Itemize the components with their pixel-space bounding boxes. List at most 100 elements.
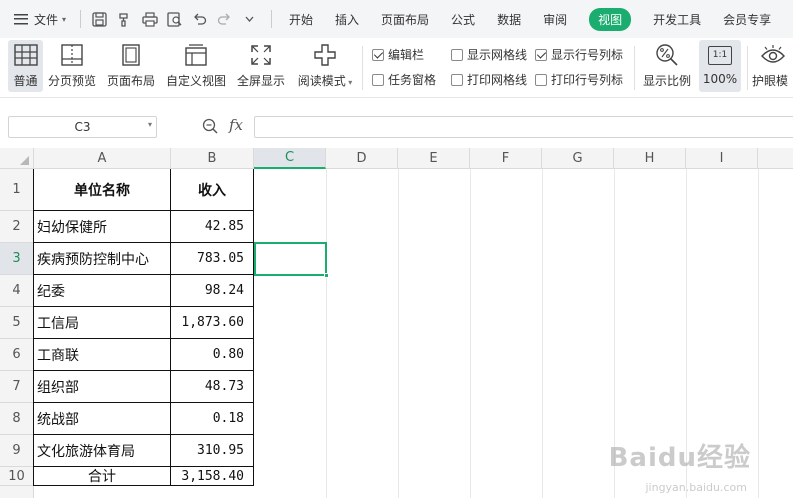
table-cell-name[interactable]: 组织部 bbox=[34, 371, 171, 403]
table-cell-name[interactable]: 文化旅游体育局 bbox=[34, 435, 171, 467]
grid-icon bbox=[13, 40, 38, 70]
table-cell-name[interactable]: 统战部 bbox=[34, 403, 171, 435]
formula-input[interactable] bbox=[254, 116, 793, 138]
column-header-f[interactable]: F bbox=[470, 148, 542, 169]
normal-view-button[interactable]: 普通 bbox=[8, 40, 43, 92]
page-break-preview-button[interactable]: 分页预览 bbox=[46, 40, 98, 92]
column-header-c[interactable]: C bbox=[254, 148, 326, 169]
divider bbox=[362, 46, 363, 90]
row-header-11[interactable] bbox=[0, 486, 34, 498]
table-cell-name[interactable]: 妇幼保健所 bbox=[34, 211, 171, 243]
table-header-income[interactable]: 收入 bbox=[171, 169, 254, 211]
select-all-corner[interactable] bbox=[0, 148, 34, 169]
gridline bbox=[326, 169, 327, 498]
column-header-i[interactable]: I bbox=[686, 148, 758, 169]
column-header-h[interactable]: H bbox=[614, 148, 686, 169]
table-header-name[interactable]: 单位名称 bbox=[34, 169, 171, 211]
undo-icon[interactable] bbox=[187, 7, 212, 31]
task-pane-checkbox[interactable]: 任务窗格 bbox=[372, 71, 436, 88]
tab-formulas[interactable]: 公式 bbox=[440, 0, 486, 38]
format-painter-icon[interactable] bbox=[112, 7, 137, 31]
table-cell-income[interactable]: 1,873.60 bbox=[171, 307, 254, 339]
print-gridlines-checkbox[interactable]: 打印网格线 bbox=[451, 71, 527, 88]
table-cell-income[interactable]: 48.73 bbox=[171, 371, 254, 403]
tab-review[interactable]: 审阅 bbox=[532, 0, 578, 38]
row-header-10[interactable]: 10 bbox=[0, 467, 34, 486]
row-header-7[interactable]: 7 bbox=[0, 371, 34, 403]
fullscreen-icon bbox=[250, 40, 272, 70]
row-header-2[interactable]: 2 bbox=[0, 211, 34, 243]
table-cell-name[interactable]: 纪委 bbox=[34, 275, 171, 307]
checkbox-checked bbox=[535, 48, 547, 61]
gridline bbox=[398, 169, 399, 498]
tab-view[interactable]: 视图 bbox=[578, 0, 642, 38]
fill-handle[interactable] bbox=[324, 273, 329, 278]
column-header-e[interactable]: E bbox=[398, 148, 470, 169]
page-layout-icon bbox=[120, 40, 142, 70]
full-screen-button[interactable]: 全屏显示 bbox=[235, 40, 287, 92]
name-box[interactable]: C3 ▾ bbox=[8, 116, 157, 138]
table-cell-name[interactable]: 疾病预防控制中心 bbox=[34, 243, 171, 275]
formula-bar-checkbox[interactable]: 编辑栏 bbox=[372, 46, 424, 63]
display-ratio-button[interactable]: 显示比例 bbox=[641, 40, 693, 92]
table-cell-income[interactable]: 0.80 bbox=[171, 339, 254, 371]
row-header-1[interactable]: 1 bbox=[0, 169, 34, 211]
table-total-label[interactable]: 合计 bbox=[34, 467, 171, 486]
table-cell-name[interactable]: 工信局 bbox=[34, 307, 171, 339]
divider bbox=[271, 10, 272, 28]
table-cell-income[interactable]: 0.18 bbox=[171, 403, 254, 435]
column-header-a[interactable]: A bbox=[34, 148, 171, 169]
print-icon[interactable] bbox=[137, 7, 162, 31]
column-header-g[interactable]: G bbox=[542, 148, 614, 169]
row-header-9[interactable]: 9 bbox=[0, 435, 34, 467]
tab-developer[interactable]: 开发工具 bbox=[642, 0, 712, 38]
table-total-income[interactable]: 3,158.40 bbox=[171, 467, 254, 486]
ribbon-view: 普通 分页预览 页面布局 自定义视图 全屏显示 阅读模式 ▾ 编辑栏 任务窗格 … bbox=[0, 38, 793, 98]
file-menu-button[interactable]: 文件 ▾ bbox=[0, 0, 80, 38]
table-cell-income[interactable]: 42.85 bbox=[171, 211, 254, 243]
page-layout-button[interactable]: 页面布局 bbox=[105, 40, 157, 92]
chevron-down-icon: ▾ bbox=[62, 14, 67, 24]
formula-bar: C3 ▾ fx bbox=[0, 108, 793, 146]
show-headings-checkbox[interactable]: 显示行号列标 bbox=[535, 46, 623, 63]
table-cell-income[interactable]: 310.95 bbox=[171, 435, 254, 467]
row-header-3[interactable]: 3 bbox=[0, 243, 34, 275]
table-cell-income[interactable]: 98.24 bbox=[171, 275, 254, 307]
fx-icon[interactable]: fx bbox=[229, 116, 243, 134]
redo-icon[interactable] bbox=[212, 7, 237, 31]
print-headings-checkbox[interactable]: 打印行号列标 bbox=[535, 71, 623, 88]
custom-view-button[interactable]: 自定义视图 bbox=[164, 40, 228, 92]
zoom-100-button[interactable]: 1:1 100% bbox=[699, 40, 741, 92]
column-header-j[interactable] bbox=[758, 148, 793, 169]
row-header-4[interactable]: 4 bbox=[0, 275, 34, 307]
checkbox-unchecked bbox=[372, 73, 384, 86]
print-preview-icon[interactable] bbox=[162, 7, 187, 31]
chevron-down-icon[interactable]: ▾ bbox=[148, 120, 152, 129]
hamburger-icon bbox=[14, 13, 28, 25]
checkbox-unchecked bbox=[535, 73, 547, 86]
row-header-6[interactable]: 6 bbox=[0, 339, 34, 371]
crosshair-icon bbox=[313, 40, 337, 70]
magnifier-icon[interactable] bbox=[202, 118, 218, 137]
tab-insert[interactable]: 插入 bbox=[324, 0, 370, 38]
column-header-b[interactable]: B bbox=[171, 148, 254, 169]
reading-mode-button[interactable]: 阅读模式 ▾ bbox=[294, 40, 356, 92]
save-icon[interactable] bbox=[87, 7, 112, 31]
tab-page-layout[interactable]: 页面布局 bbox=[370, 0, 440, 38]
watermark-logo: Baidu经验 bbox=[608, 443, 751, 473]
active-cell-selection[interactable] bbox=[254, 242, 329, 278]
row-header-8[interactable]: 8 bbox=[0, 403, 34, 435]
tab-data[interactable]: 数据 bbox=[486, 0, 532, 38]
column-header-d[interactable]: D bbox=[326, 148, 398, 169]
table-cell-name[interactable]: 工商联 bbox=[34, 339, 171, 371]
checkbox-unchecked bbox=[451, 73, 463, 86]
tab-home[interactable]: 开始 bbox=[278, 0, 324, 38]
row-header-5[interactable]: 5 bbox=[0, 307, 34, 339]
worksheet: A B C D E F G H I 1 2 3 4 5 6 7 8 9 10 单… bbox=[0, 146, 793, 498]
table-cell-income[interactable]: 783.05 bbox=[171, 243, 254, 275]
eye-protection-button[interactable]: 护眼模 bbox=[752, 40, 793, 92]
gridline bbox=[758, 169, 759, 498]
tab-member[interactable]: 会员专享 bbox=[712, 0, 782, 38]
show-gridlines-checkbox[interactable]: 显示网格线 bbox=[451, 46, 527, 63]
customize-icon[interactable] bbox=[237, 7, 262, 31]
